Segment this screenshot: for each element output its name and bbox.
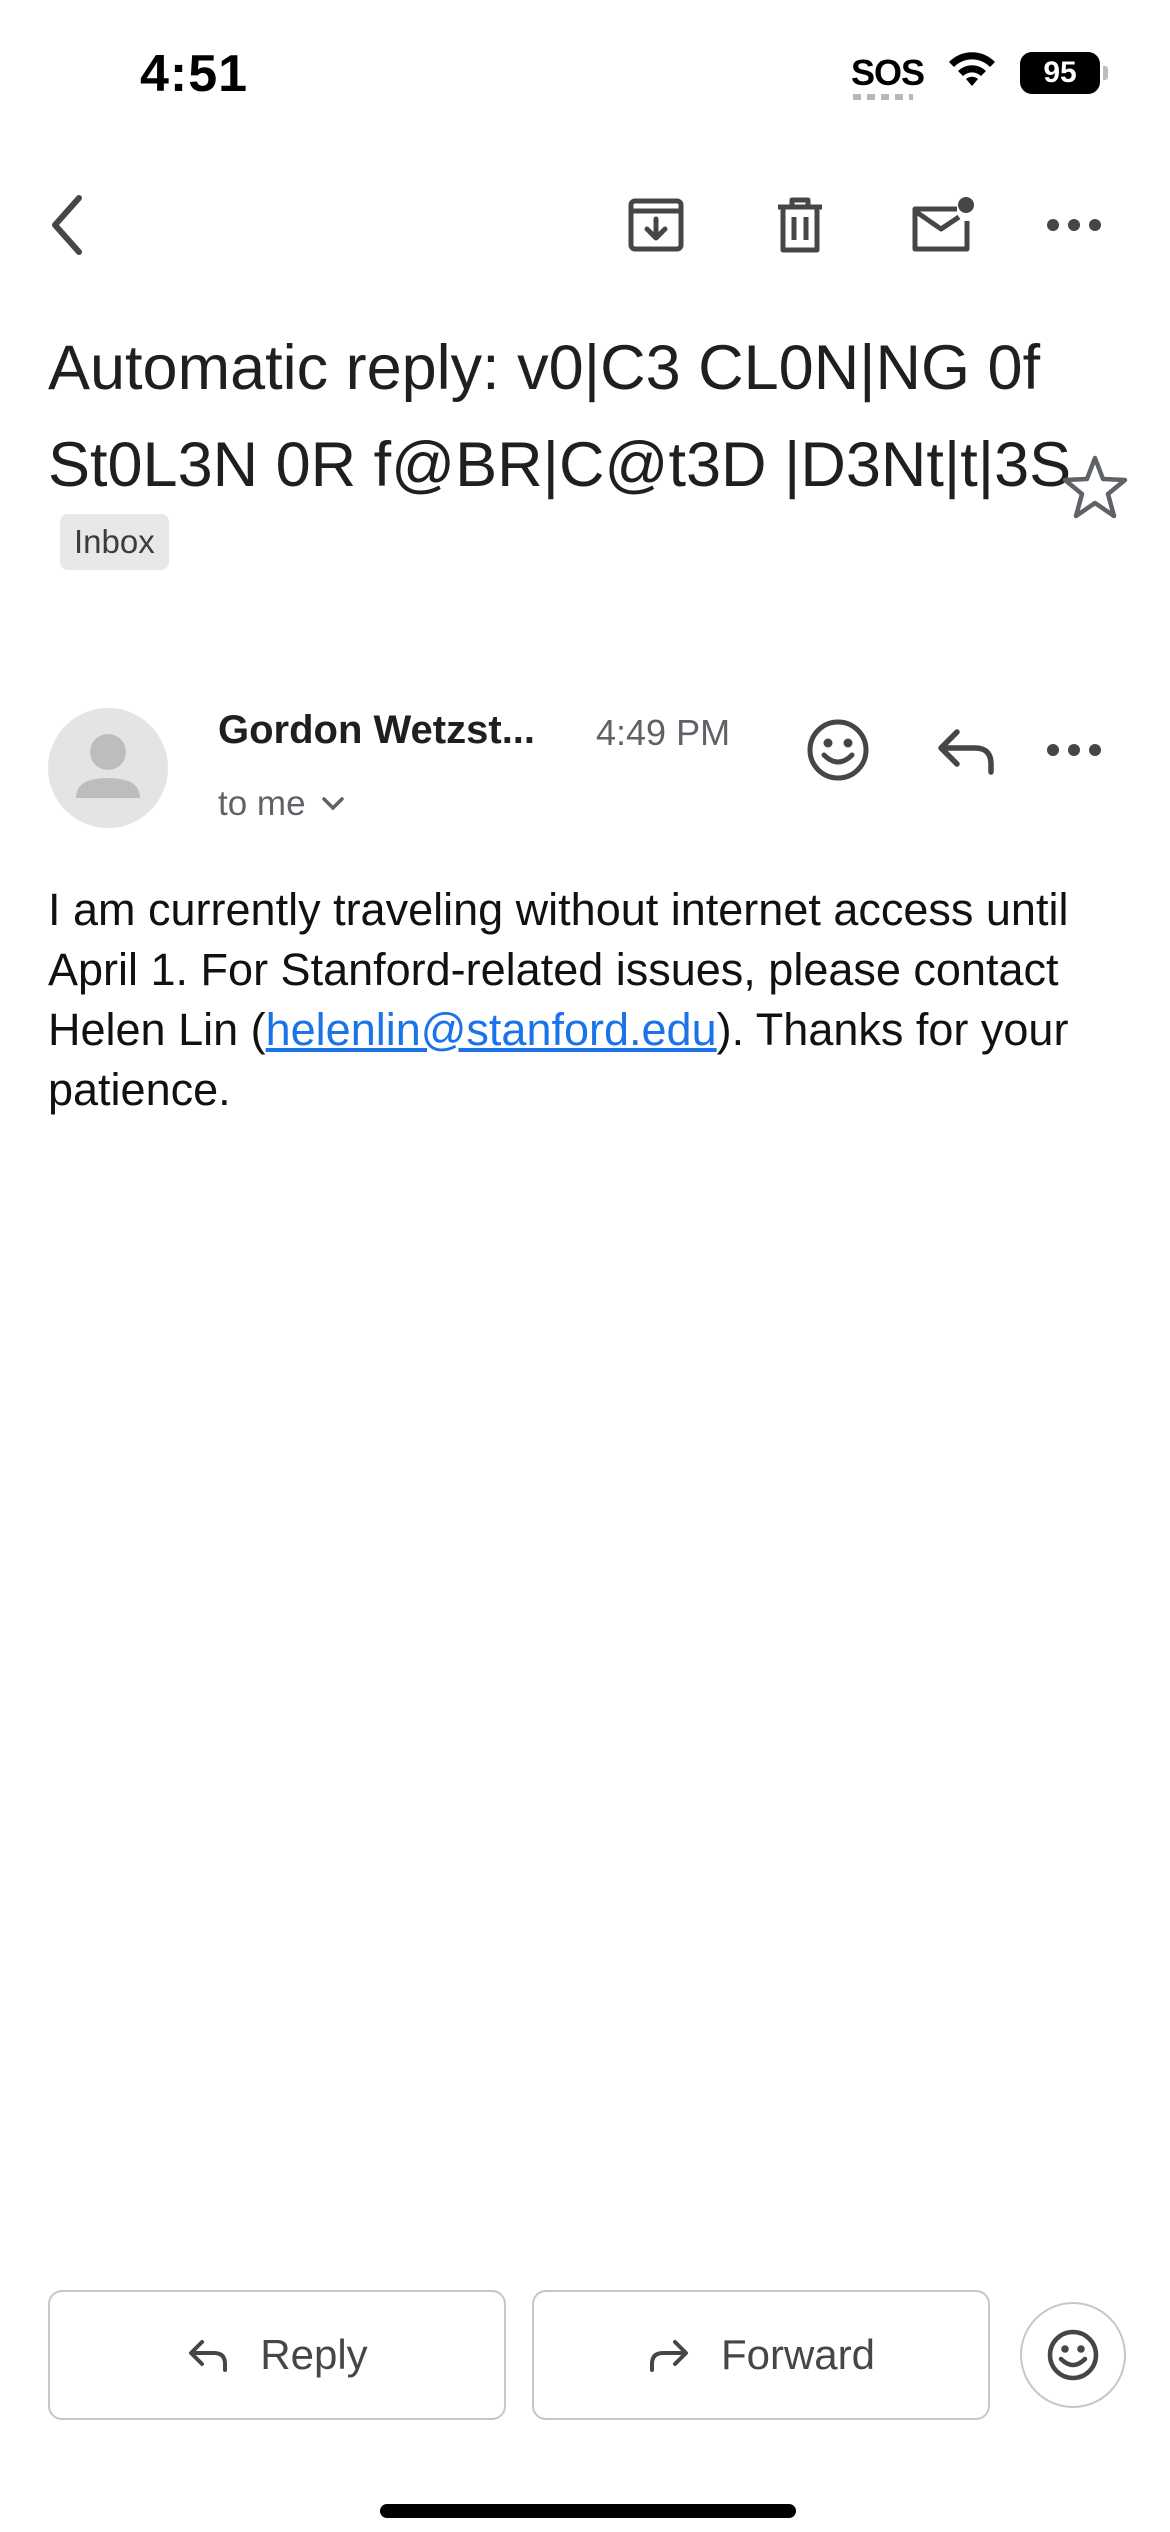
more-icon (1047, 744, 1101, 756)
status-time: 4:51 (140, 45, 249, 103)
recipient-details-toggle[interactable]: to me (218, 784, 344, 824)
reply-button[interactable] (918, 702, 1014, 798)
forward-action-button[interactable]: Forward (532, 2290, 990, 2420)
status-bar: 4:51 SOS 95 (0, 0, 1170, 150)
add-reaction-button[interactable] (790, 702, 886, 798)
email-body: I am currently traveling without interne… (48, 880, 1128, 1120)
trash-icon (778, 197, 822, 253)
back-button[interactable] (18, 170, 118, 280)
mark-unread-button[interactable] (892, 170, 992, 280)
signal-dots-icon (852, 93, 913, 100)
star-icon (1062, 455, 1128, 519)
home-indicator (380, 2504, 796, 2518)
wifi-icon (946, 50, 998, 95)
back-arrow-icon (52, 195, 82, 255)
sender-name[interactable]: Gordon Wetzst... (218, 708, 535, 753)
avatar[interactable] (48, 708, 168, 828)
forward-label: Forward (720, 2331, 876, 2378)
message-more-button[interactable] (1026, 702, 1122, 798)
chevron-down-icon (321, 797, 344, 811)
status-indicators: SOS 95 (851, 50, 1108, 100)
archive-icon (628, 198, 684, 252)
emoji-icon (807, 719, 869, 781)
delete-button[interactable] (750, 170, 850, 280)
email-subject: Automatic reply: v0|C3 CL0N|NG 0f St0L3N… (48, 333, 1072, 500)
forward-icon (649, 2340, 688, 2372)
more-options-button[interactable] (1024, 170, 1124, 280)
recipient-text: to me (218, 784, 306, 823)
email-link[interactable]: helenlin@stanford.edu (266, 1004, 717, 1055)
subject-block: Automatic reply: v0|C3 CL0N|NG 0f St0L3N… (48, 320, 1088, 570)
mark-unread-icon (912, 197, 974, 252)
reply-icon (938, 729, 994, 775)
sos-indicator: SOS (851, 52, 925, 100)
reply-label: Reply (260, 2331, 368, 2378)
person-icon (76, 734, 140, 798)
toolbar (0, 170, 1170, 280)
reply-action-button[interactable]: Reply (48, 2290, 506, 2420)
archive-button[interactable] (606, 170, 706, 280)
react-button[interactable] (1020, 2302, 1126, 2408)
star-button[interactable] (1060, 452, 1130, 522)
reply-icon (189, 2340, 228, 2372)
more-icon (1047, 219, 1101, 231)
battery-icon: 95 (1020, 51, 1108, 94)
emoji-icon (1047, 2329, 1099, 2381)
inbox-label[interactable]: Inbox (60, 514, 169, 570)
email-time: 4:49 PM (596, 712, 731, 753)
